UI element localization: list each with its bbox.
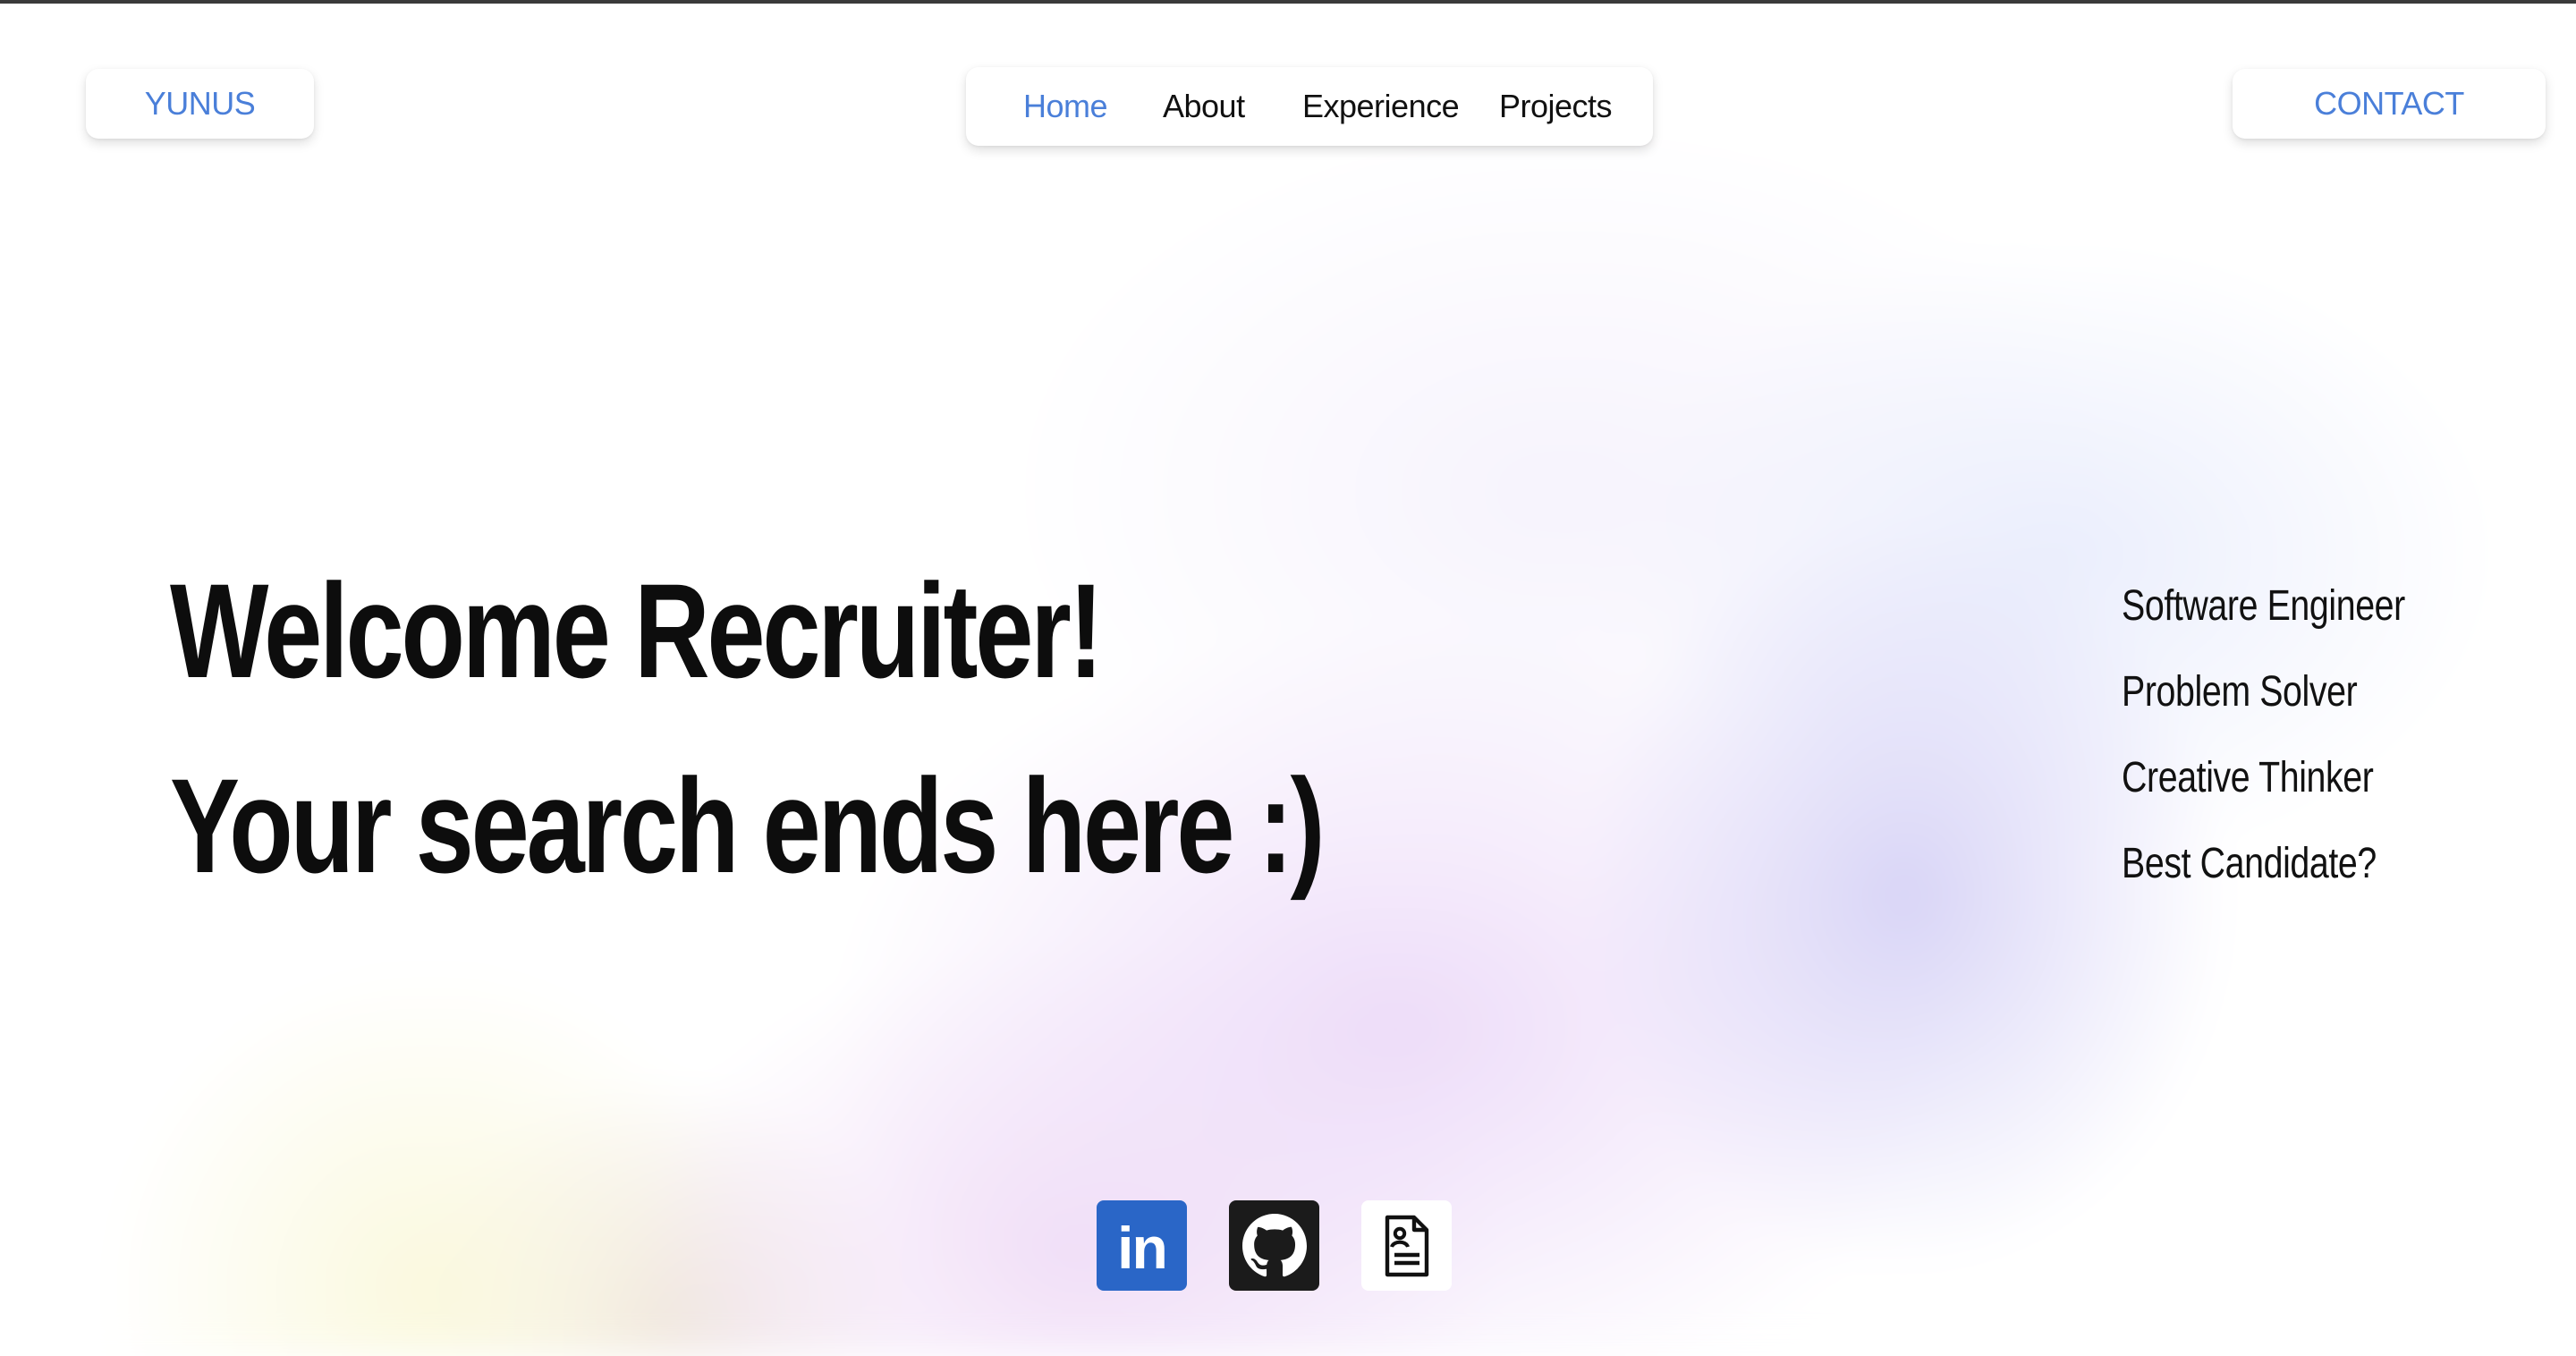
role-item: Software Engineer (2122, 582, 2405, 630)
social-links: in (1097, 1200, 1452, 1291)
resume-link[interactable] (1361, 1200, 1452, 1291)
nav-item-projects[interactable]: Projects (1499, 67, 1613, 146)
roles-list: Software Engineer Problem Solver Creativ… (2122, 564, 2467, 907)
nav-item-home[interactable]: Home (1023, 67, 1108, 146)
linkedin-icon: in (1117, 1214, 1168, 1281)
role-item: Creative Thinker (2122, 754, 2374, 801)
main-nav: Home About Experience Projects (966, 67, 1653, 146)
resume-icon (1385, 1215, 1428, 1276)
nav-item-experience[interactable]: Experience (1302, 67, 1460, 146)
brand-button[interactable]: YUNUS (86, 69, 314, 139)
role-item: Best Candidate? (2122, 840, 2377, 887)
linkedin-link[interactable]: in (1097, 1200, 1187, 1291)
hero-title-line1: Welcome Recruiter! (170, 555, 1104, 706)
nav-item-about[interactable]: About (1163, 67, 1245, 146)
contact-button[interactable]: CONTACT (2233, 69, 2546, 139)
role-item: Problem Solver (2122, 668, 2358, 716)
github-icon (1241, 1213, 1307, 1276)
github-link[interactable] (1229, 1200, 1319, 1291)
window-top-border (0, 0, 2576, 4)
hero-title-line2: Your search ends here :) (170, 750, 1326, 901)
